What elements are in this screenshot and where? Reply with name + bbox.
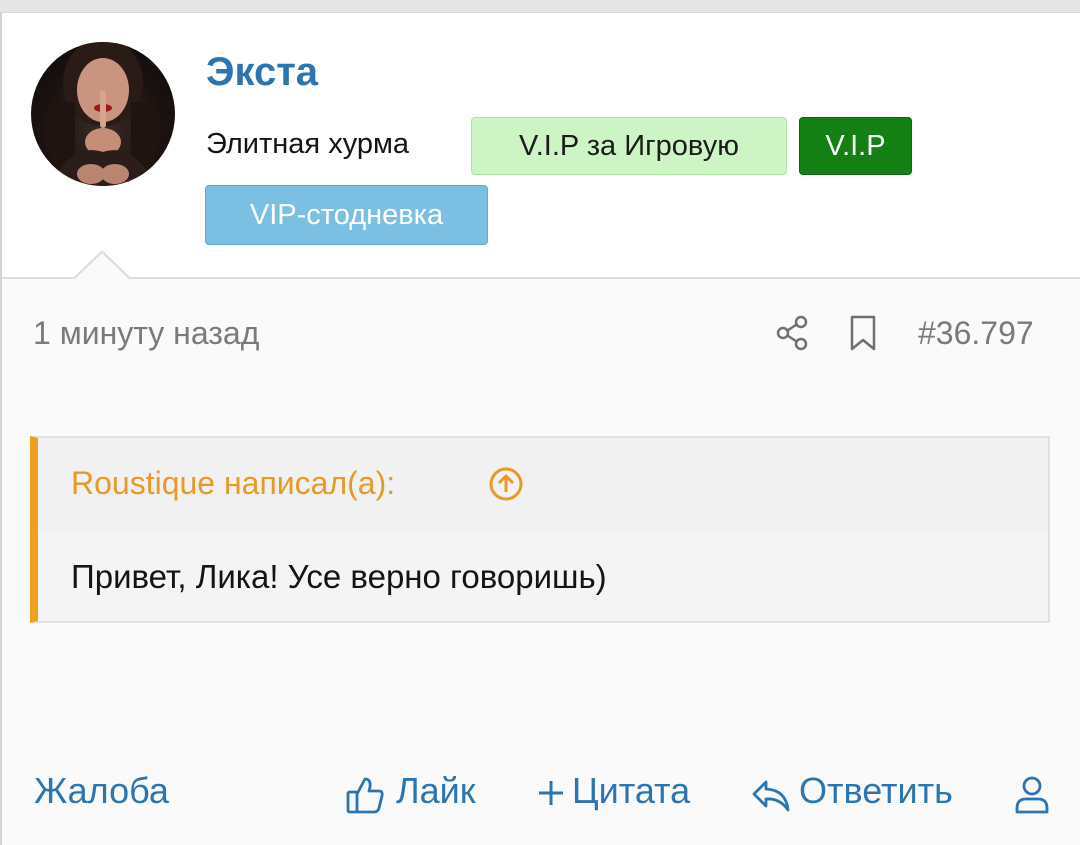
top-strip — [0, 0, 1080, 13]
thumbs-up-icon[interactable] — [345, 775, 385, 815]
bookmark-icon[interactable] — [848, 314, 878, 352]
quote-button[interactable]: Цитата — [572, 770, 690, 812]
user-icon[interactable] — [1014, 775, 1050, 815]
quote-block: Roustique написал(а): Привет, Лика! Усе … — [30, 436, 1050, 623]
header-divider — [2, 277, 1080, 279]
avatar[interactable] — [31, 42, 175, 186]
reply-button[interactable]: Ответить — [799, 770, 953, 812]
user-title: Элитная хурма — [206, 128, 410, 160]
post-number[interactable]: #36.797 — [918, 315, 1034, 352]
post-time[interactable]: 1 минуту назад — [33, 315, 259, 352]
avatar-image — [51, 42, 155, 186]
report-button[interactable]: Жалоба — [34, 770, 169, 812]
username[interactable]: Экста — [206, 50, 318, 95]
quote-text: Привет, Лика! Усе верно говоришь) — [71, 558, 607, 595]
badge-vip: V.I.P — [799, 117, 912, 175]
share-icon[interactable] — [775, 314, 809, 352]
header-pointer-inner — [74, 253, 130, 280]
badge-vip-game: V.I.P за Игровую — [471, 117, 787, 175]
like-button[interactable]: Лайк — [396, 770, 476, 812]
quote-author[interactable]: Roustique написал(а): — [71, 465, 395, 502]
reply-icon[interactable] — [750, 776, 792, 814]
plus-icon[interactable] — [536, 778, 566, 808]
arrow-up-circle-icon[interactable] — [488, 466, 524, 502]
badge-vip-hundred-days: VIP-стодневка — [205, 185, 488, 245]
